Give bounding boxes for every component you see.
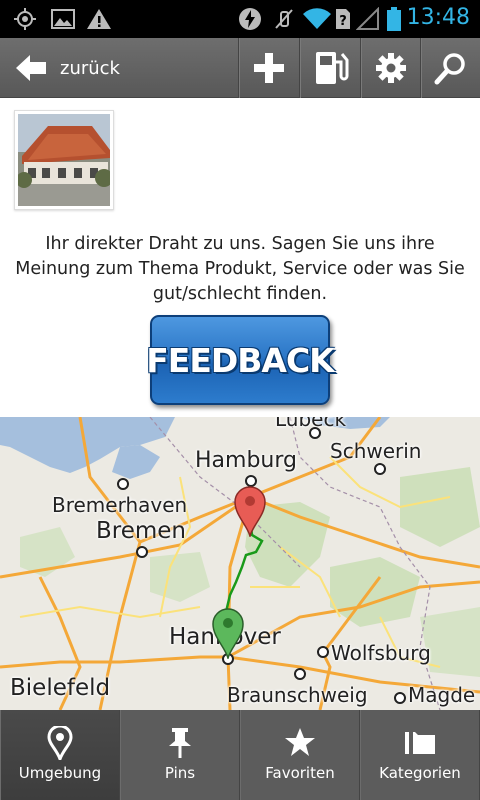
settings-button[interactable]: [360, 38, 420, 98]
city-dot-braunschweig: [294, 668, 306, 680]
tab-label: Favoriten: [265, 764, 335, 782]
business-photo: [14, 110, 114, 210]
city-dot-wolfsburg: [317, 646, 329, 658]
clock: 13:48: [406, 5, 470, 30]
warning-icon: [87, 9, 111, 29]
destination-pin-icon[interactable]: [233, 485, 267, 537]
back-arrow-icon: [16, 55, 46, 81]
map-label-hamburg: Hamburg: [195, 448, 297, 473]
no-sim-icon: ?: [336, 9, 350, 29]
tab-label: Kategorien: [379, 764, 461, 782]
tab-favoriten[interactable]: Favoriten: [240, 710, 360, 800]
gps-icon: [14, 8, 36, 30]
map-label-magdeburg: Magde: [408, 683, 476, 707]
fuel-button[interactable]: [299, 38, 359, 98]
mute-icon: [275, 9, 293, 29]
city-dot-bremen: [136, 546, 148, 558]
back-label: zurück: [60, 57, 120, 79]
bottom-tab-bar: Umgebung Pins Favoriten Kategorien: [0, 710, 480, 800]
gear-icon: [375, 53, 406, 83]
search-icon: [434, 53, 465, 85]
star-icon: [285, 728, 315, 756]
add-button[interactable]: [238, 38, 298, 98]
map-label-bielefeld: Bielefeld: [10, 675, 111, 701]
folder-icon: [405, 730, 435, 754]
battery-icon: [387, 7, 401, 31]
city-dot-luebeck: [309, 427, 321, 439]
city-dot-magdeburg: [394, 692, 406, 704]
map-label-wolfsburg: Wolfsburg: [331, 641, 431, 665]
signal-icon: [356, 7, 379, 30]
action-bar: zurück: [0, 38, 480, 98]
city-dot-bremerhaven: [117, 478, 129, 490]
location-pin-icon: [47, 726, 73, 760]
city-dot-schwerin: [374, 463, 386, 475]
map-label-bremerhaven: Bremerhaven: [52, 493, 188, 517]
fuel-icon: [315, 52, 348, 84]
wifi-icon: [303, 8, 331, 30]
status-bar: ? 13:48: [0, 0, 480, 38]
svg-text:?: ?: [339, 14, 347, 29]
map-label-schwerin: Schwerin: [330, 439, 422, 463]
feedback-button[interactable]: FEEDBACK: [146, 315, 335, 405]
tab-kategorien[interactable]: Kategorien: [360, 710, 480, 800]
feedback-message: Ihr direkter Draht zu uns. Sagen Sie uns…: [15, 234, 465, 304]
tab-label: Pins: [164, 764, 196, 782]
tab-pins[interactable]: Pins: [120, 710, 240, 800]
route-map[interactable]: Lübeck Hamburg Schwerin Bremerhaven Brem…: [0, 417, 480, 710]
back-button[interactable]: zurück: [0, 38, 238, 98]
pushpin-icon: [169, 728, 191, 758]
search-button[interactable]: [420, 38, 480, 98]
map-label-braunschweig: Braunschweig: [227, 683, 368, 707]
flash-icon: [239, 8, 261, 30]
add-icon: [253, 53, 284, 83]
map-label-bremen: Bremen: [96, 518, 187, 544]
feedback-button-label: FEEDBACK: [146, 340, 335, 380]
tab-label: Umgebung: [18, 764, 102, 782]
house-photo: [16, 114, 113, 206]
start-pin-icon[interactable]: [211, 607, 245, 659]
tab-umgebung[interactable]: Umgebung: [0, 710, 120, 800]
image-icon: [51, 9, 75, 29]
